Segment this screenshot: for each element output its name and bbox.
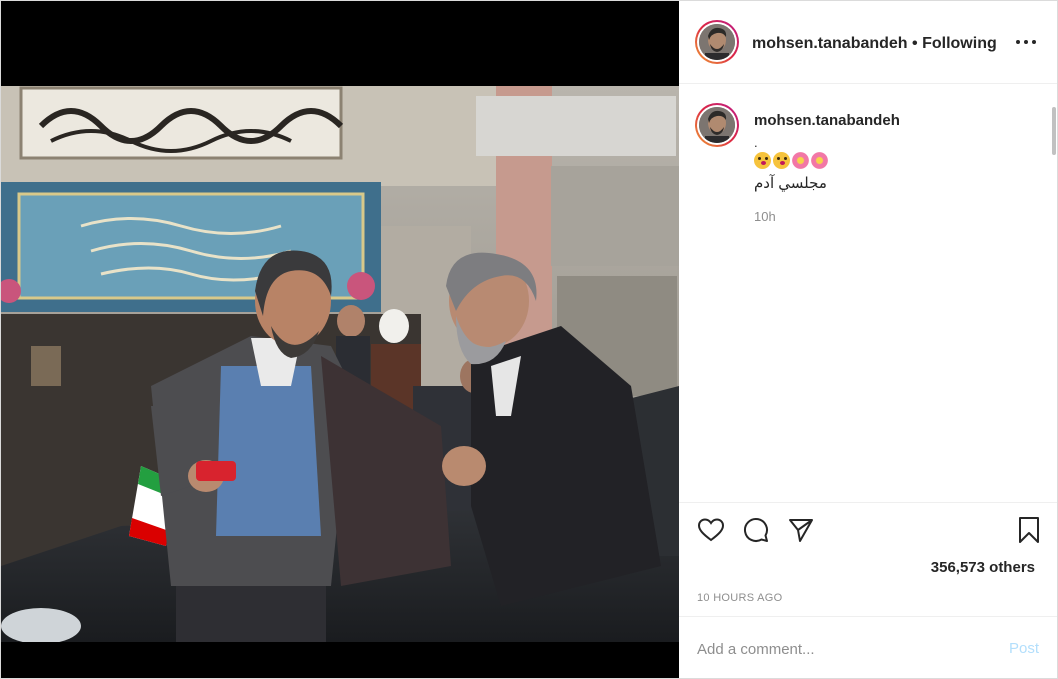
avatar-ring [697,22,737,62]
avatar-image [699,24,735,60]
post-media[interactable] [1,1,679,678]
avatar-ring [697,105,737,145]
avatar-portrait [699,24,735,60]
more-dot [1024,40,1028,44]
post-photo[interactable] [1,86,679,642]
more-horizontal-icon[interactable] [1015,34,1037,50]
header-user-line: mohsen.tanabandeh • Following [752,35,997,53]
post-timestamp: 10 HOURS AGO [697,592,783,604]
likes-count[interactable]: 356,573 others [931,559,1035,576]
header-separator: • [912,35,918,52]
post-comment-button[interactable]: Post [1009,640,1039,657]
comment-icon[interactable] [742,516,770,544]
avatar-image [699,107,735,143]
header-username[interactable]: mohsen.tanabandeh [752,35,908,52]
caption-username[interactable]: mohsen.tanabandeh [754,112,900,129]
more-dot [1032,40,1036,44]
caption-emojis [754,151,830,169]
cherry-blossom-emoji [811,151,828,169]
caption-avatar[interactable] [695,103,739,147]
bookmark-icon[interactable] [1015,516,1043,544]
photo-illustration [1,86,679,642]
face-blowing-kiss-emoji [773,151,790,169]
scrollbar-thumb[interactable] [1052,107,1056,155]
cherry-blossom-emoji [792,151,809,169]
post-side-panel: mohsen.tanabandeh • Following mohsen.tan… [679,1,1057,678]
instagram-post: mohsen.tanabandeh • Following mohsen.tan… [0,0,1058,679]
caption-area: mohsen.tanabandeh . مجلسي آدم 10h [679,85,1057,503]
caption-text: مجلسي آدم [754,175,827,192]
comment-input[interactable] [697,638,987,660]
following-button[interactable]: Following [922,35,997,52]
more-dot [1016,40,1020,44]
post-actions: 356,573 others 10 HOURS AGO [679,504,1057,617]
caption-line: . [754,135,758,150]
avatar-portrait [699,107,735,143]
avatar[interactable] [695,20,739,64]
face-blowing-kiss-emoji [754,151,771,169]
heart-icon[interactable] [697,516,725,544]
caption-time[interactable]: 10h [754,209,776,224]
paper-plane-icon[interactable] [787,516,815,544]
comment-form: Post [679,618,1057,678]
post-header: mohsen.tanabandeh • Following [679,1,1057,84]
